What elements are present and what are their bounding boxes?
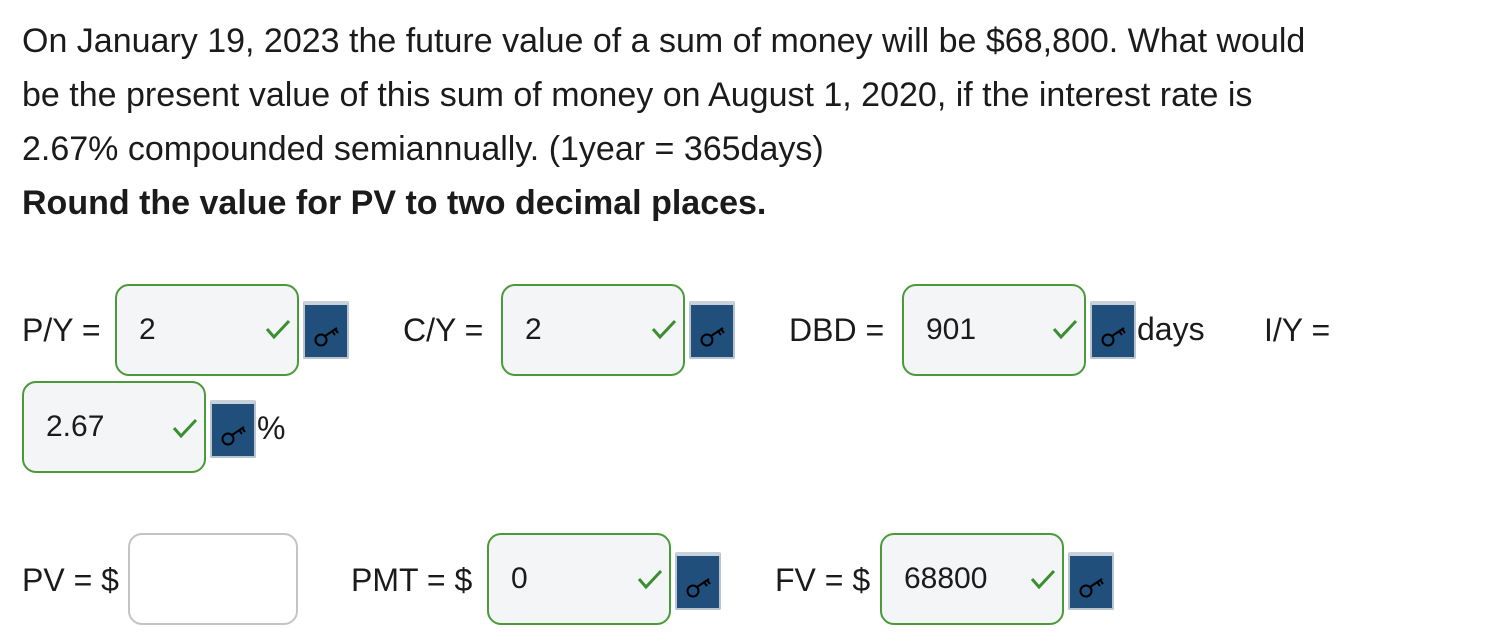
dbd-unit-label: days <box>1137 311 1205 347</box>
dbd-label: DBD = <box>789 312 885 348</box>
pmt-label: PMT = $ <box>351 562 473 598</box>
fv-key-button[interactable] <box>1068 552 1114 610</box>
question-line-1: On January 19, 2023 the future value of … <box>22 22 1306 60</box>
pv-label: PV = $ <box>22 562 119 598</box>
iy-unit-label: % <box>257 410 286 446</box>
check-icon <box>651 319 677 340</box>
dbd-key-button[interactable] <box>1090 301 1136 359</box>
iy-key-button[interactable] <box>210 400 256 458</box>
cy-label: C/Y = <box>403 312 484 348</box>
py-key-button[interactable] <box>303 301 349 359</box>
check-icon <box>172 418 198 439</box>
pmt-key-button[interactable] <box>675 552 721 610</box>
pv-input[interactable] <box>128 533 298 625</box>
question-instruction: Round the value for PV to two decimal pl… <box>22 184 767 222</box>
check-icon <box>1030 569 1056 590</box>
key-icon <box>314 327 339 347</box>
question-line-2: be the present value of this sum of mone… <box>22 76 1253 114</box>
cy-key-button[interactable] <box>689 301 735 359</box>
iy-label: I/Y = <box>1264 312 1331 348</box>
check-icon <box>1052 319 1078 340</box>
key-icon <box>700 327 725 347</box>
py-label: P/Y = <box>22 312 101 348</box>
question-text: On January 19, 2023 the future value of … <box>22 14 1462 230</box>
key-icon <box>221 426 246 446</box>
check-icon <box>637 569 663 590</box>
question-line-3: 2.67% compounded semiannually. (1year = … <box>22 130 824 168</box>
check-icon <box>265 319 291 340</box>
key-icon <box>1101 327 1126 347</box>
key-icon <box>686 578 711 598</box>
fv-label: FV = $ <box>775 562 871 598</box>
key-icon <box>1079 578 1104 598</box>
